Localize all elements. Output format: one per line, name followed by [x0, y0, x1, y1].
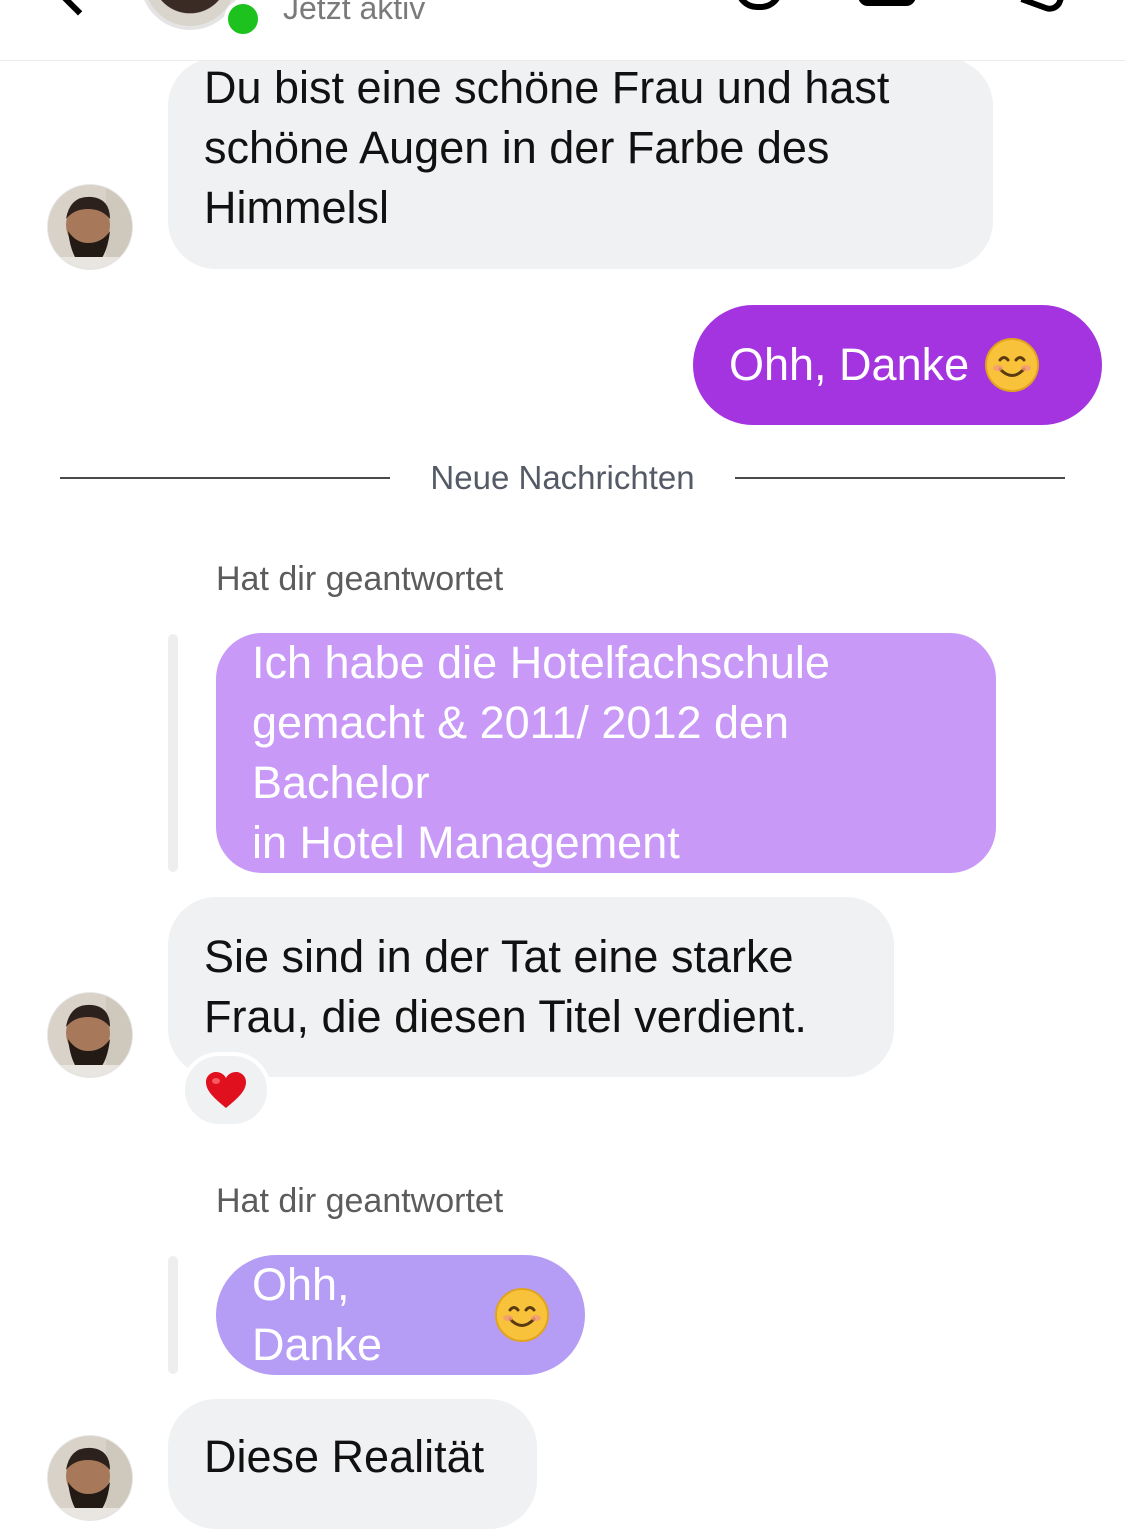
chat-header: Jetzt aktiv: [0, 0, 1125, 61]
message-line: gemacht & 2011/ 2012 den Bachelor: [252, 697, 790, 808]
reply-label: Hat dir geantwortet: [216, 560, 504, 598]
phone-call-icon[interactable]: [735, 0, 783, 10]
divider-label: Neue Nachrichten: [430, 459, 695, 496]
divider-line: [735, 477, 1065, 479]
message-text: Ohh, Danke: [252, 1259, 383, 1370]
message-text: Diese Realität: [204, 1431, 485, 1482]
reply-indicator-bar: [168, 634, 178, 872]
heart-icon: [206, 1072, 246, 1108]
message-line: Sie sind in der Tat eine starke: [204, 931, 794, 982]
message-line: Du bist eine schöne Frau und hast: [204, 62, 890, 113]
message-text: Ohh, Danke: [729, 339, 970, 390]
reply-indicator-bar: [168, 1256, 178, 1374]
back-arrow-icon[interactable]: [45, 0, 111, 16]
message-line: schöne Augen in der Farbe des: [204, 122, 830, 173]
reaction-badge[interactable]: [181, 1052, 271, 1128]
active-status-text: Jetzt aktiv: [283, 0, 426, 26]
message-line: Himmelsl: [204, 182, 389, 233]
message-line: Frau, die diesen Titel verdient.: [204, 991, 807, 1042]
new-messages-divider: Neue Nachrichten: [0, 460, 1125, 496]
reply-label: Hat dir geantwortet: [216, 1182, 504, 1220]
sender-avatar[interactable]: [48, 993, 132, 1077]
incoming-message[interactable]: Diese Realität: [168, 1399, 537, 1529]
incoming-message[interactable]: Du bist eine schöne Frau und hast schöne…: [168, 58, 993, 269]
incoming-message[interactable]: Sie sind in der Tat eine starke Frau, di…: [168, 897, 894, 1077]
video-call-icon[interactable]: [858, 0, 916, 6]
message-line: Ich habe die Hotelfachschule: [252, 637, 830, 688]
outgoing-message[interactable]: Ohh, Danke: [693, 305, 1102, 425]
smiling-face-icon: [985, 338, 1040, 392]
smiling-face-icon: [495, 1288, 549, 1342]
online-status-dot: [224, 0, 262, 38]
replied-message[interactable]: Ich habe die Hotelfachschule gemacht & 2…: [216, 633, 996, 873]
tag-icon[interactable]: [1020, 0, 1072, 16]
divider-line: [60, 477, 390, 479]
sender-avatar[interactable]: [48, 185, 132, 269]
sender-avatar[interactable]: [48, 1436, 132, 1520]
message-line: in Hotel Management: [252, 817, 680, 868]
replied-message[interactable]: Ohh, Danke: [216, 1255, 585, 1375]
